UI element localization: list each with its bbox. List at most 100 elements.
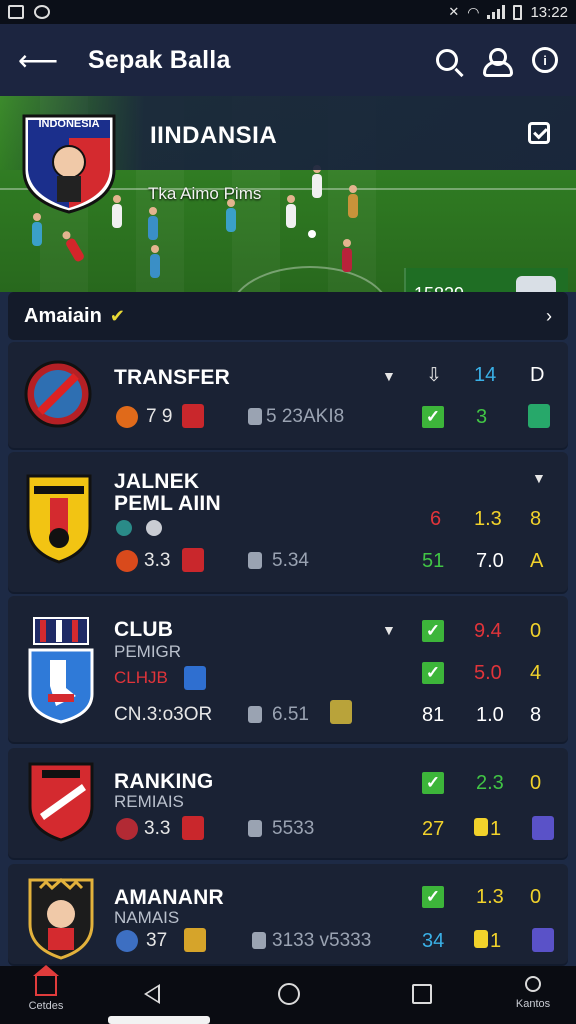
status-bar: ✕ ◠ 13:22	[0, 0, 576, 24]
shield-icon	[182, 816, 204, 840]
chevron-down-icon[interactable]: ▼	[382, 368, 396, 384]
flag-icon	[474, 818, 488, 836]
profile-icon	[525, 976, 541, 992]
search-icon[interactable]	[436, 49, 458, 71]
wifi-icon: ◠	[467, 3, 480, 20]
card-title-line2: PEML AIIN	[114, 492, 221, 515]
checkbox-checked[interactable]: ✓	[422, 406, 444, 428]
chevron-down-icon[interactable]: ▼	[532, 470, 546, 486]
nav-profile[interactable]: Kantos	[508, 972, 558, 1010]
chevron-right-icon[interactable]: ›	[546, 306, 552, 327]
value-r1c3: 0	[530, 772, 542, 794]
value-row2: 3	[476, 406, 488, 428]
flag-icon	[474, 930, 488, 948]
value-r1c1: 6	[430, 508, 442, 530]
hero-subtitle: Tka Aimo Pims	[148, 184, 262, 203]
team-hero-banner[interactable]: INDONESIA IINDANSIA Tka Aimo Pims 15829 …	[0, 96, 576, 292]
mute-icon: ✕	[448, 4, 460, 19]
team-icon	[116, 520, 132, 536]
value-r2c2: 1	[490, 818, 502, 840]
card-jalnek[interactable]: JALNEK PEML AIIN 3.3 5.34 ▼ 6 1.3 8 51 7…	[8, 452, 568, 592]
value-r2c2: 1	[490, 930, 502, 952]
value-r1c3: 8	[530, 508, 542, 530]
shield-icon	[184, 666, 206, 690]
card-club[interactable]: CLUB PEMIGR CLHJB CN.3:o3OR 6.51 ▼ ✓ 9.4…	[8, 596, 568, 742]
card-amananr[interactable]: AMANANR NAMAIS 37 3133 v5333 ✓ 1.3 0 34 …	[8, 864, 568, 964]
lock-icon	[252, 932, 266, 949]
checklist-icon[interactable]	[528, 122, 550, 144]
value-r2c3: A	[530, 550, 544, 572]
stat-secondary: 3133 v5333	[272, 930, 372, 951]
team-name: IINDANSIA	[150, 122, 278, 149]
battery-icon	[513, 4, 523, 20]
stat-secondary: 5 23AKI8	[266, 406, 345, 427]
checkbox-checked[interactable]: ✓	[422, 772, 444, 794]
checkbox-checked[interactable]: ✓	[422, 662, 444, 684]
value-r3c3: 8	[530, 704, 542, 726]
team-crest-text: INDONESIA	[38, 118, 100, 130]
jalnek-crest	[26, 474, 92, 564]
stat-secondary: 5.34	[272, 550, 309, 571]
club-icon	[116, 818, 138, 840]
ranking-crest	[28, 762, 94, 842]
account-icon[interactable]	[482, 48, 513, 77]
player-photo	[516, 276, 556, 292]
home-icon	[33, 965, 59, 996]
shield-icon	[182, 404, 204, 428]
value-r2c1: 27	[422, 818, 445, 840]
section-label: Amaiain	[24, 304, 102, 327]
value-col1: 14	[474, 364, 497, 386]
value-r1c2: 9.4	[474, 620, 502, 642]
shield-icon	[182, 548, 204, 572]
home-indicator	[108, 1016, 210, 1024]
section-header[interactable]: Amaiain ✔ ›	[8, 292, 568, 340]
score-top: 15829	[414, 284, 464, 292]
signal-icon	[487, 5, 506, 19]
crest-mini-icon	[330, 700, 352, 724]
app-notification-icon	[34, 5, 50, 19]
value-r1c2: 1.3	[474, 508, 502, 530]
card-ranking[interactable]: RANKING REMIAIS 3.3 5533 ✓ 2.3 0 27 1	[8, 748, 568, 858]
app-title: Sepak Balla	[88, 45, 231, 74]
stat-secondary: 6.51	[272, 704, 309, 725]
card-transfer[interactable]: TRANSFER 7 9 5 23AKI8 ▼ ⇩ 14 D ✓ 3	[8, 342, 568, 448]
card-title: AMANANR	[114, 886, 224, 909]
value-r2c2: 5.0	[474, 662, 502, 684]
checkbox-checked[interactable]: ✓	[422, 886, 444, 908]
card-subtitle: PEMIGR	[114, 642, 182, 661]
value-r2c3: 4	[530, 662, 542, 684]
back-arrow-icon[interactable]: ⟵	[18, 44, 58, 77]
value-r1c3: 0	[530, 886, 542, 908]
club-crest	[28, 617, 94, 724]
club-icon	[116, 550, 138, 572]
system-recents-icon[interactable]	[412, 984, 432, 1004]
shield-icon	[184, 928, 206, 952]
nav-profile-label: Kantos	[515, 998, 551, 1010]
value-col2: D	[530, 364, 545, 386]
stat-badge-icon	[532, 928, 554, 952]
badge-icon	[528, 404, 550, 428]
transfer-crest	[24, 360, 92, 428]
lock-icon	[248, 552, 262, 569]
stat-primary: CN.3:o3OR	[114, 704, 213, 725]
fire-icon	[116, 406, 138, 428]
stat-primary: 7 9	[146, 406, 173, 427]
stat-secondary: 5533	[272, 818, 315, 839]
nav-home[interactable]: Cetdes	[24, 965, 68, 1012]
gear-icon	[146, 520, 162, 536]
amananr-crest	[28, 877, 94, 960]
value-r2c1: 51	[422, 550, 445, 572]
stat-primary: 3.3	[144, 550, 171, 571]
lock-icon	[248, 706, 262, 723]
system-back-icon[interactable]	[144, 984, 160, 1004]
stat-badge-icon	[532, 816, 554, 840]
chevron-down-icon[interactable]: ▼	[382, 622, 396, 638]
checkbox-checked[interactable]: ✓	[422, 620, 444, 642]
clock: 13:22	[530, 3, 568, 21]
value-r1c2: 2.3	[476, 772, 504, 794]
download-icon[interactable]: ⇩	[426, 364, 442, 387]
card-subtitle: REMIAIS	[114, 792, 184, 811]
system-home-icon[interactable]	[278, 983, 300, 1005]
card-title: RANKING	[114, 770, 214, 793]
info-icon[interactable]: i	[532, 47, 558, 73]
